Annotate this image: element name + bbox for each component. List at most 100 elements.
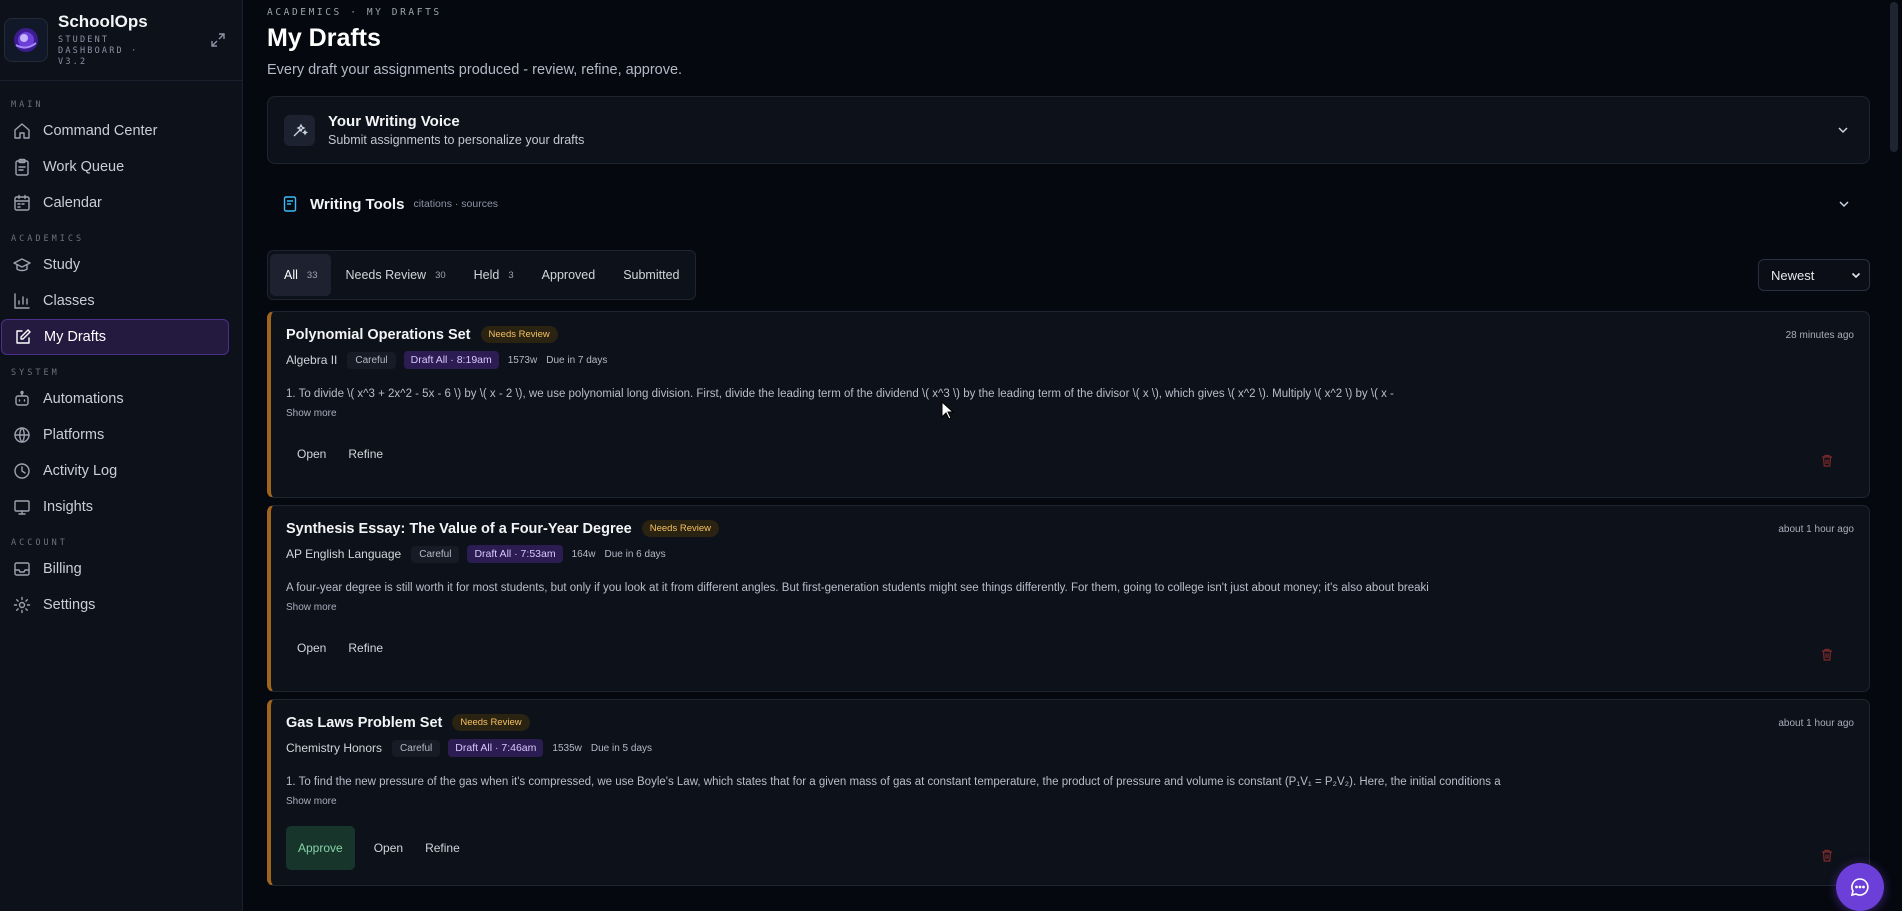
logo-icon[interactable]: [4, 18, 48, 62]
draft-card[interactable]: Polynomial Operations Set Needs Review 2…: [267, 311, 1870, 498]
graduation-cap-icon: [12, 255, 32, 275]
tab-label: Submitted: [623, 268, 680, 282]
tab-count: 3: [508, 269, 514, 281]
chevron-down-icon[interactable]: [1834, 194, 1854, 214]
scrollbar[interactable]: [1890, 2, 1898, 152]
sidebar-item-my-drafts[interactable]: My Drafts: [1, 319, 229, 355]
filter-row: All 33 Needs Review 30 Held 3 Approved Submitte…: [267, 250, 1870, 300]
nav-section-label: System: [11, 368, 60, 378]
word-count: 1535w: [552, 742, 582, 754]
sidebar-item-label: Work Queue: [43, 159, 125, 175]
open-button[interactable]: Open: [363, 832, 414, 864]
refine-button[interactable]: Refine: [337, 438, 394, 470]
home-icon: [12, 121, 32, 141]
trash-icon[interactable]: [1819, 847, 1835, 863]
trash-icon[interactable]: [1819, 452, 1835, 468]
clock-icon: [12, 461, 32, 481]
sidebar-nav: Main Command Center Work Queue Calendar Acad…: [0, 81, 242, 911]
chevron-down-icon[interactable]: [1833, 120, 1853, 140]
word-count: 164w: [571, 548, 596, 560]
clipboard-icon: [12, 157, 32, 177]
sidebar-item-automations[interactable]: Automations: [1, 381, 229, 417]
refine-button[interactable]: Refine: [414, 832, 471, 864]
writing-tools-subtitle: citations · sources: [413, 198, 499, 210]
tab-all[interactable]: All 33: [270, 254, 332, 296]
sidebar-item-work-queue[interactable]: Work Queue: [1, 149, 229, 185]
sidebar-item-label: Insights: [43, 499, 93, 515]
due-date: Due in 7 days: [546, 354, 608, 366]
automation-tag: Draft All · 7:53am: [467, 545, 563, 563]
sparkle-icon: [284, 114, 315, 146]
sidebar-item-settings[interactable]: Settings: [1, 587, 229, 623]
nav-section-label: Academics: [11, 234, 85, 244]
main-content: Academics · My Drafts My Drafts Every dr…: [243, 0, 1902, 911]
refine-button[interactable]: Refine: [337, 632, 394, 664]
sidebar-item-label: My Drafts: [44, 329, 107, 345]
draft-timestamp: about 1 hour ago: [1778, 524, 1854, 535]
tab-held[interactable]: Held 3: [460, 254, 528, 296]
mode-tag: Careful: [411, 545, 460, 563]
tab-needs-review[interactable]: Needs Review 30: [331, 254, 459, 296]
nav-section-label: Main: [11, 100, 44, 110]
approve-button[interactable]: Approve: [286, 826, 355, 870]
inbox-icon: [12, 559, 32, 579]
sort-select[interactable]: Newest: [1758, 259, 1870, 291]
show-more-link[interactable]: Show more: [286, 602, 1853, 613]
expand-icon[interactable]: [206, 28, 230, 52]
sidebar-item-billing[interactable]: Billing: [1, 551, 229, 587]
chat-bubble-icon[interactable]: [1836, 863, 1884, 911]
status-badge: Needs Review: [641, 520, 719, 537]
mode-tag: Careful: [347, 351, 396, 369]
show-more-link[interactable]: Show more: [286, 408, 1853, 419]
sidebar: SchoolOps Student Dashboard · v3.2 Main C…: [0, 0, 243, 911]
writing-voice-title: Your Writing Voice: [328, 113, 460, 130]
draft-card[interactable]: Gas Laws Problem Set Needs Review about …: [267, 699, 1870, 886]
sidebar-item-insights[interactable]: Insights: [1, 489, 229, 525]
sidebar-item-label: Study: [43, 257, 81, 273]
sort-value: Newest: [1771, 267, 1815, 283]
due-date: Due in 6 days: [604, 548, 666, 560]
draft-title[interactable]: Synthesis Essay: The Value of a Four-Yea…: [286, 521, 632, 537]
status-tabs: All 33 Needs Review 30 Held 3 Approved Submitte…: [267, 250, 697, 300]
sidebar-item-activity-log[interactable]: Activity Log: [1, 453, 229, 489]
status-badge: Needs Review: [452, 714, 530, 731]
tab-label: Approved: [541, 268, 596, 282]
sidebar-item-label: Settings: [43, 597, 96, 613]
bot-icon: [12, 389, 32, 409]
course-name: AP English Language: [286, 547, 402, 561]
writing-tools-panel[interactable]: Writing Tools citations · sources: [267, 175, 1870, 233]
chevron-down-icon: [1851, 272, 1861, 279]
tab-approved[interactable]: Approved: [528, 254, 610, 296]
sidebar-item-label: Calendar: [43, 195, 102, 211]
trash-icon[interactable]: [1819, 646, 1835, 662]
sidebar-item-calendar[interactable]: Calendar: [1, 185, 229, 221]
sidebar-item-label: Billing: [43, 561, 82, 577]
draft-card[interactable]: Synthesis Essay: The Value of a Four-Yea…: [267, 505, 1870, 692]
bar-chart-icon: [12, 291, 32, 311]
sidebar-item-command-center[interactable]: Command Center: [1, 113, 229, 149]
draft-excerpt: 1. To find the new pressure of the gas w…: [286, 776, 1501, 788]
writing-tools-title: Writing Tools: [310, 195, 405, 213]
due-date: Due in 5 days: [590, 742, 653, 754]
sidebar-item-label: Platforms: [43, 427, 105, 443]
breadcrumb: Academics · My Drafts: [267, 7, 442, 18]
open-button[interactable]: Open: [286, 438, 337, 470]
show-more-link[interactable]: Show more: [286, 796, 1853, 807]
draft-list: Polynomial Operations Set Needs Review 2…: [267, 311, 1873, 886]
edit-icon: [13, 327, 33, 347]
writing-voice-panel[interactable]: Your Writing Voice Submit assignments to…: [267, 96, 1870, 164]
brand-header: SchoolOps Student Dashboard · v3.2: [0, 0, 242, 81]
sidebar-item-label: Automations: [43, 391, 124, 407]
open-button[interactable]: Open: [286, 632, 337, 664]
sidebar-item-classes[interactable]: Classes: [1, 283, 229, 319]
page-subtitle: Every draft your assignments produced - …: [267, 62, 683, 78]
word-count: 1573w: [507, 354, 538, 366]
draft-title[interactable]: Gas Laws Problem Set: [286, 715, 442, 731]
draft-title[interactable]: Polynomial Operations Set: [286, 327, 471, 343]
brand-subtitle: Student Dashboard · v3.2: [58, 35, 139, 67]
automation-tag: Draft All · 7:46am: [448, 739, 544, 757]
sidebar-item-study[interactable]: Study: [1, 247, 229, 283]
tab-submitted[interactable]: Submitted: [609, 254, 693, 296]
sidebar-item-platforms[interactable]: Platforms: [1, 417, 229, 453]
automation-tag: Draft All · 8:19am: [403, 351, 499, 369]
